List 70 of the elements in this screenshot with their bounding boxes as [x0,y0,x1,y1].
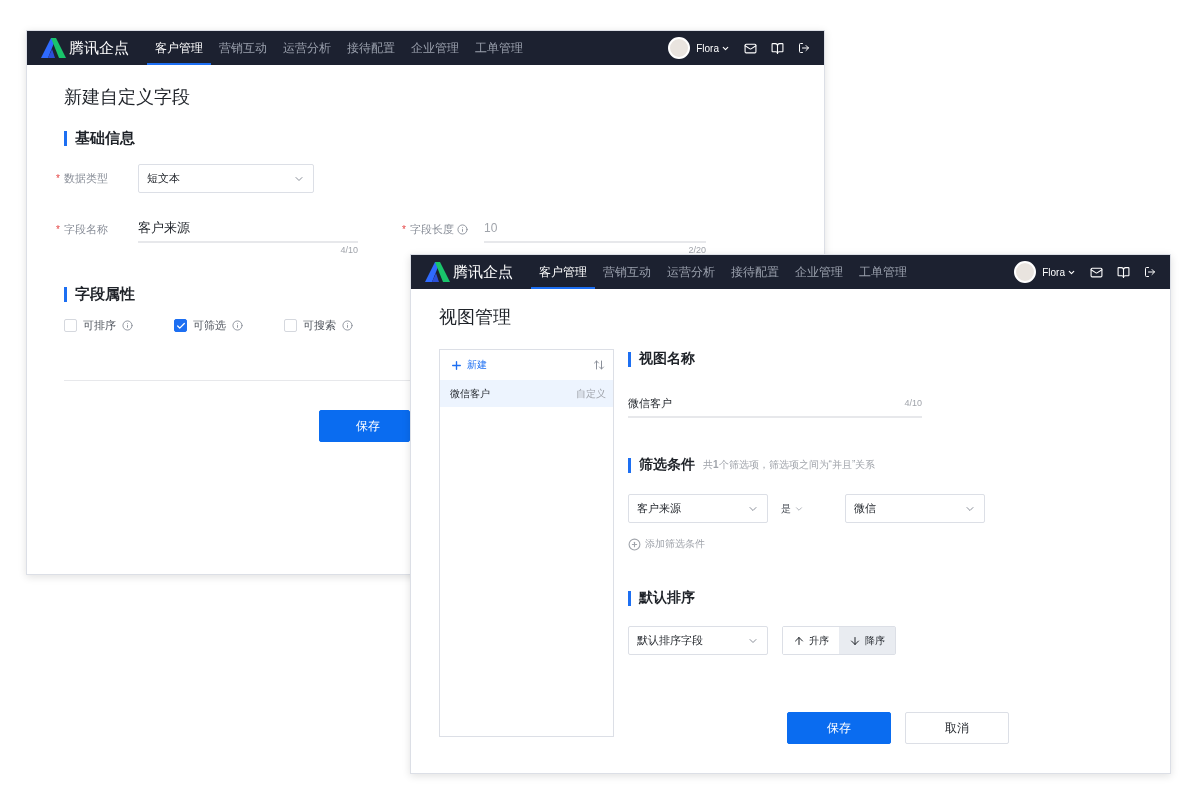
logout-icon[interactable] [798,42,810,54]
nav-tab[interactable]: 接待配置 [723,255,787,289]
info-icon[interactable] [232,320,243,331]
nav-tab[interactable]: 工单管理 [851,255,915,289]
nav-tab[interactable]: 运营分析 [275,31,339,65]
section-heading: 筛选条件 [639,456,695,474]
plus-icon [450,358,463,372]
operator-select[interactable]: 是 [781,501,845,516]
user-menu[interactable]: Flora [696,42,730,54]
logout-icon[interactable] [1144,266,1156,278]
view-list-item[interactable]: 微信客户 自定义 [440,380,613,407]
char-counter: 2/20 [688,245,706,255]
cancel-button[interactable]: 取消 [905,712,1009,744]
filter-field-select[interactable]: 客户来源 [628,494,768,523]
view-tag: 自定义 [576,386,606,401]
user-menu[interactable]: Flora [1042,266,1076,278]
section-heading: 默认排序 [639,589,695,607]
arrow-up-icon [793,634,805,647]
nav-tab[interactable]: 接待配置 [339,31,403,65]
book-icon[interactable] [771,41,784,55]
page-title: 视图管理 [439,306,512,329]
sort-field-select[interactable]: 默认排序字段 [628,626,768,655]
info-icon[interactable] [457,223,468,235]
nav-tab[interactable]: 运营分析 [659,255,723,289]
filter-hint: 共1个筛选项，筛选项之间为“并且”关系 [703,458,876,472]
brand-name: 腾讯企点 [453,262,513,282]
checkbox-label: 可搜索 [303,318,336,333]
save-button[interactable]: 保存 [319,410,410,442]
filter-value-select[interactable]: 微信 [845,494,985,523]
page-title: 新建自定义字段 [64,86,191,109]
required-mark: * [56,173,61,184]
checkbox[interactable] [174,319,187,332]
plus-circle-icon [628,537,641,551]
logo-icon [425,262,451,282]
checkbox-label: 可筛选 [193,318,226,333]
field-name-input[interactable]: 客户来源 [138,215,358,243]
mail-icon[interactable] [1090,265,1103,279]
book-icon[interactable] [1117,265,1130,279]
new-view-link[interactable]: 新建 [450,358,487,372]
checkbox-label: 可排序 [83,318,116,333]
field-label: 字段名称 [64,221,108,237]
required-mark: * [402,223,407,235]
avatar[interactable] [668,37,691,59]
save-button[interactable]: 保存 [787,712,891,744]
nav-tab[interactable]: 企业管理 [403,31,467,65]
sort-icon[interactable] [593,359,605,371]
brand-name: 腾讯企点 [69,38,129,58]
nav-tab[interactable]: 企业管理 [787,255,851,289]
required-mark: * [56,223,61,235]
avatar[interactable] [1014,261,1037,283]
sort-order-button[interactable]: 降序 [839,627,895,654]
section-heading: 基础信息 [75,129,135,148]
section-heading: 视图名称 [639,350,695,368]
view-name: 微信客户 [450,386,490,401]
info-icon[interactable] [122,320,133,331]
logo-icon [41,38,67,58]
mail-icon[interactable] [744,41,757,55]
info-icon[interactable] [342,320,353,331]
field-label: 字段长度 [410,221,454,237]
data-type-select[interactable]: 短文本 [138,164,314,193]
view-name-input[interactable]: 微信客户 4/10 [628,390,922,418]
nav-tab[interactable]: 客户管理 [147,31,211,65]
nav-tab[interactable]: 营销互动 [211,31,275,65]
nav-tab[interactable]: 客户管理 [531,255,595,289]
section-heading: 字段属性 [75,285,135,304]
nav-tab[interactable]: 营销互动 [595,255,659,289]
arrow-down-icon [849,634,861,647]
field-label: 数据类型 [64,171,108,186]
char-counter: 4/10 [340,245,358,255]
nav-tab[interactable]: 工单管理 [467,31,531,65]
